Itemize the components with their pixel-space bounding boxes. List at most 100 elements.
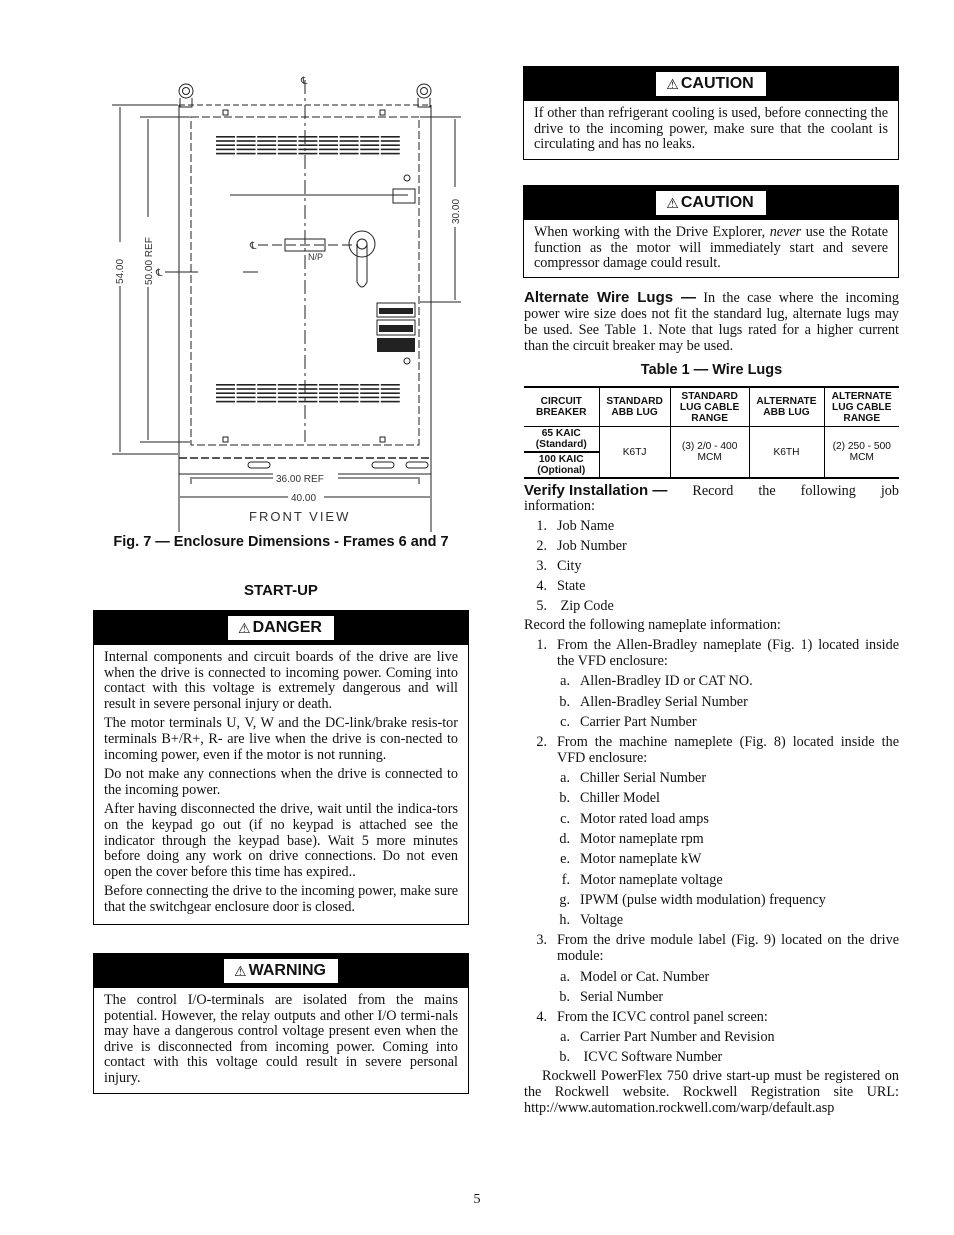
vent-slot <box>360 388 380 390</box>
vent-slot <box>298 392 318 394</box>
vent-slot <box>236 144 256 146</box>
vent-slot <box>257 396 277 399</box>
vent-slot <box>319 144 338 146</box>
intro-word: following <box>800 483 856 499</box>
vent-slot <box>277 396 297 399</box>
vent-slot <box>236 140 256 142</box>
vent-slot <box>319 136 338 138</box>
vent-slot <box>257 384 277 386</box>
column-header: ALTERNATE LUG CABLE RANGE <box>823 386 899 427</box>
standard-lug-cell: K6TJ <box>598 426 671 479</box>
dim-upper-height: 30.00 <box>451 199 462 224</box>
vent-slot <box>236 392 256 394</box>
sub-list-text: Motor rated load amps <box>580 810 709 827</box>
vent-slot <box>298 144 318 146</box>
column-header: CIRCUIT BREAKER <box>524 386 599 427</box>
list-item: 4. From the ICVC control panel screen: <box>524 1009 899 1025</box>
centerline-left: ℄ <box>155 268 163 279</box>
sub-list-letter: c. <box>560 713 570 730</box>
sub-list-item: c. Motor rated load amps <box>524 811 899 827</box>
danger-paragraph: Do not make any connections when the dri… <box>104 766 458 798</box>
vent-slot <box>298 140 318 142</box>
caution-alert-header: ⚠ CAUTION <box>524 186 898 220</box>
list-text: State <box>557 578 586 594</box>
centerline-mid: ℄ <box>249 241 257 252</box>
sub-list-letter: h. <box>559 912 570 929</box>
sub-list-letter: c. <box>560 810 570 827</box>
sub-list-letter: b. <box>559 988 570 1005</box>
list-item: 5. Zip Code <box>524 598 899 614</box>
list-item: 1. Job Name <box>524 518 899 534</box>
caution-text: When working with the Drive Explorer, ne… <box>534 224 889 272</box>
sub-list-letter: a. <box>560 673 570 690</box>
sub-list-item: a. Model or Cat. Number <box>524 969 899 985</box>
list-number: 4. <box>536 1008 547 1025</box>
list-item: 3. City <box>524 558 899 574</box>
vent-grilles <box>216 136 400 403</box>
list-text: Job Name <box>557 518 615 534</box>
nameplate-intro: Record the following nameplate informati… <box>524 617 781 633</box>
vent-slot <box>380 388 400 390</box>
intro-word: the <box>758 483 776 499</box>
sub-list-text: ICVC Software Number <box>580 1049 723 1066</box>
intro-word: job <box>880 483 899 499</box>
vent-slot <box>339 388 359 390</box>
closing-paragraph: Rockwell PowerFlex 750 drive start-up mu… <box>524 1068 899 1117</box>
sub-list-text: Model or Cat. Number <box>580 968 710 985</box>
vent-slot <box>360 392 380 394</box>
danger-paragraph: After having disconnected the drive, wai… <box>104 801 458 880</box>
vent-slot <box>380 400 400 403</box>
warning-alert-box: ⚠ WARNING The control I/O-terminals are … <box>93 953 469 1094</box>
vent-slot <box>257 144 277 146</box>
sub-list-letter: a. <box>560 1029 570 1046</box>
vent-slot <box>319 152 338 155</box>
vent-slot <box>319 388 338 390</box>
vent-slot <box>360 144 380 146</box>
vent-slot <box>236 396 256 399</box>
list-number: 2. <box>536 538 547 554</box>
vent-slot <box>360 140 380 142</box>
vent-slot <box>380 152 400 155</box>
column-header: ALTERNATE ABB LUG <box>748 386 824 427</box>
list-text: Job Number <box>557 538 627 554</box>
sub-list-text: Serial Number <box>580 988 664 1005</box>
alternate-lug-cell: K6TH <box>748 426 824 479</box>
table-row: 65 KAIC (Standard) K6TJ (3) 2/0 - 400 MC… <box>524 426 899 479</box>
sub-list-letter: d. <box>559 831 570 848</box>
dim-ref-width: 36.00 REF <box>276 474 324 485</box>
sub-list-item: c. Carrier Part Number <box>524 714 899 730</box>
vent-slot <box>319 384 338 386</box>
sub-list-text: Voltage <box>580 912 624 929</box>
danger-label: ⚠ DANGER <box>228 616 334 640</box>
vent-slot <box>360 400 380 403</box>
list-number: 1. <box>536 637 547 653</box>
sub-list-letter: b. <box>559 693 570 710</box>
verify-installation-section: Verify Installation — Record the followi… <box>524 483 899 1117</box>
column-header: STANDARD ABB LUG <box>598 386 671 427</box>
vent-slot <box>236 400 256 403</box>
run-in-heading: Alternate Wire Lugs — <box>524 289 696 306</box>
vent-slot <box>360 152 380 155</box>
vent-slot <box>339 384 359 386</box>
sub-list-item: b. Chiller Model <box>524 790 899 806</box>
vent-slot <box>277 400 297 403</box>
sub-list-letter: f. <box>561 871 570 888</box>
breaker-cell: 100 KAIC (Optional) <box>524 452 599 479</box>
vent-slot <box>257 400 277 403</box>
caution-label-text: CAUTION <box>680 75 754 92</box>
sub-list-text: IPWM (pulse width modulation) frequency <box>580 891 826 908</box>
sub-list-letter: e. <box>560 851 570 868</box>
vent-slot <box>380 136 400 138</box>
list-text: Zip Code <box>557 598 614 614</box>
table-title: Table 1 — Wire Lugs <box>640 362 783 378</box>
vent-slot <box>257 148 277 151</box>
enclosure-dimension-drawing: 54.00 50.00 REF 30.00 36.00 REF 40.00 N/… <box>112 76 462 532</box>
vent-slot <box>277 144 297 146</box>
danger-alert-box: ⚠ DANGER Internal components and circuit… <box>93 610 469 925</box>
caution-label: ⚠ CAUTION <box>656 72 766 96</box>
vent-slot <box>236 152 256 155</box>
vent-slot <box>298 400 318 403</box>
vent-slot <box>236 136 256 138</box>
vent-slot <box>216 388 235 390</box>
section-heading-startup: START-UP <box>244 582 318 599</box>
